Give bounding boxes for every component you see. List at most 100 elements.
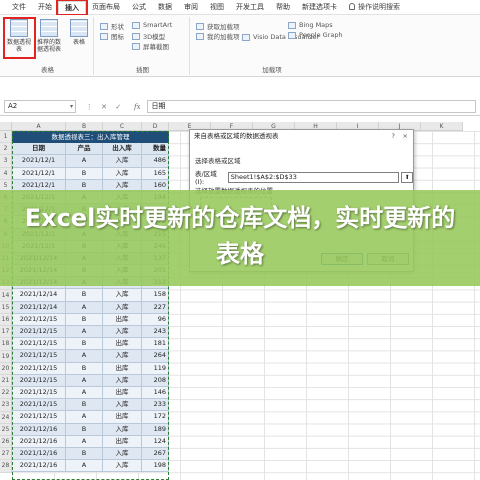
cell-quantity[interactable]: 227 — [142, 301, 169, 314]
cell-product[interactable]: A — [66, 435, 103, 448]
row-header[interactable]: 17 — [0, 326, 12, 339]
row-header[interactable]: 18 — [0, 338, 12, 351]
cell-product[interactable]: A — [66, 326, 103, 339]
cell-date[interactable]: 2021/12/14 — [12, 289, 66, 302]
cell-in-out[interactable]: 出库 — [103, 313, 142, 326]
tab-2[interactable]: 插入 — [56, 0, 88, 16]
cell-date[interactable]: 2021/12/15 — [12, 399, 66, 412]
cell-date[interactable]: 2021/12/16 — [12, 423, 66, 436]
cell-product[interactable]: B — [66, 399, 103, 412]
cell-date[interactable]: 2021/12/16 — [12, 447, 66, 461]
cell-date[interactable]: 2021/12/1 — [12, 155, 66, 168]
row-header[interactable]: 23 — [0, 399, 12, 412]
cell-in-out[interactable]: 入库 — [103, 350, 142, 363]
cell-quantity[interactable]: 158 — [142, 289, 169, 302]
cell-in-out[interactable]: 入库 — [103, 326, 142, 339]
cell-date[interactable]: 2021/12/15 — [12, 386, 66, 400]
table-button[interactable]: 表格 — [65, 19, 93, 46]
header-product[interactable]: 产品 — [66, 143, 103, 156]
cell-in-out[interactable]: 入库 — [103, 423, 142, 436]
3d-models-button[interactable]: 3D模型 — [132, 31, 165, 41]
row-header[interactable]: 15 — [0, 301, 12, 314]
header-date[interactable]: 日期 — [12, 143, 66, 156]
header-in-out[interactable]: 出入库 — [103, 143, 142, 156]
cell-quantity[interactable]: 119 — [142, 362, 169, 375]
icons-button[interactable]: 图标 — [100, 31, 124, 41]
cell-quantity[interactable]: 486 — [142, 155, 169, 168]
tab-3[interactable]: 页面布局 — [86, 1, 126, 14]
formula-input[interactable]: 日期 — [146, 100, 476, 113]
tab-7[interactable]: 视图 — [204, 1, 230, 14]
tab-6[interactable]: 审阅 — [178, 1, 204, 14]
row-header[interactable]: 16 — [0, 314, 12, 327]
cell-in-out[interactable]: 入库 — [103, 301, 142, 314]
cell-quantity[interactable]: 146 — [142, 386, 169, 400]
help-icon[interactable]: ? — [392, 130, 395, 143]
name-box[interactable]: A2 ▾ — [4, 100, 76, 113]
cell-in-out[interactable]: 入库 — [103, 155, 142, 168]
cell-in-out[interactable]: 入库 — [103, 399, 142, 412]
cell-product[interactable]: A — [66, 155, 103, 168]
cell-product[interactable]: A — [66, 460, 103, 473]
shapes-button[interactable]: 形状 — [100, 21, 124, 31]
cell-quantity[interactable]: 165 — [142, 167, 169, 180]
cell-date[interactable]: 2021/12/16 — [12, 435, 66, 448]
cell-quantity[interactable]: 243 — [142, 326, 169, 339]
row-header[interactable]: 2 — [0, 143, 12, 156]
my-addins-button[interactable]: 我的加载项 — [196, 31, 240, 41]
cell-product[interactable]: B — [66, 362, 103, 375]
cell-in-out[interactable]: 出库 — [103, 411, 142, 424]
cell-product[interactable]: A — [66, 411, 103, 424]
cell-date[interactable]: 2021/12/15 — [12, 326, 66, 339]
column-header[interactable]: K — [421, 122, 463, 131]
row-header[interactable]: 25 — [0, 423, 12, 436]
cell-date[interactable]: 2021/12/15 — [12, 338, 66, 351]
tell-me-search[interactable]: 操作说明搜索 — [349, 2, 400, 12]
row-header[interactable]: 20 — [0, 362, 12, 375]
cell-quantity[interactable]: 208 — [142, 374, 169, 387]
row-header[interactable]: 21 — [0, 375, 12, 388]
row-header[interactable]: 26 — [0, 436, 12, 449]
cell-quantity[interactable]: 264 — [142, 350, 169, 363]
cell-product[interactable]: A — [66, 386, 103, 400]
cell-product[interactable]: A — [66, 374, 103, 387]
cell-in-out[interactable]: 入库 — [103, 447, 142, 461]
tab-1[interactable]: 开始 — [32, 1, 58, 14]
tab-4[interactable]: 公式 — [126, 1, 152, 14]
tab-8[interactable]: 开发工具 — [230, 1, 270, 14]
recommended-pivot-button[interactable]: 推荐的数据透视表 — [35, 19, 63, 53]
cell-product[interactable]: B — [66, 447, 103, 461]
cell-date[interactable]: 2021/12/14 — [12, 301, 66, 314]
column-header[interactable]: C — [103, 122, 142, 131]
cell-product[interactable]: B — [66, 313, 103, 326]
cell-product[interactable]: B — [66, 338, 103, 351]
row-header[interactable]: 3 — [0, 155, 12, 168]
row-header[interactable]: 27 — [0, 448, 12, 461]
cell-date[interactable]: 2021/12/1 — [12, 167, 66, 180]
row-header[interactable]: 1 — [0, 131, 12, 144]
cell-product[interactable]: A — [66, 301, 103, 314]
range-input[interactable]: Sheet1!$A$2:$D$33 — [227, 171, 400, 183]
cell-date[interactable]: 2021/12/15 — [12, 313, 66, 326]
column-header[interactable]: B — [66, 122, 103, 131]
cell-product[interactable]: B — [66, 423, 103, 436]
row-header[interactable]: 19 — [0, 350, 12, 363]
cell-in-out[interactable]: 出库 — [103, 386, 142, 400]
cell-in-out[interactable]: 出库 — [103, 435, 142, 448]
function-icon[interactable]: fx — [134, 103, 141, 111]
range-collapse-icon[interactable]: ⬆ — [401, 171, 414, 183]
cell-in-out[interactable]: 入库 — [103, 167, 142, 180]
screenshot-button[interactable]: 屏幕截图 — [132, 41, 169, 51]
close-icon[interactable]: × — [403, 130, 408, 143]
cell-product[interactable]: B — [66, 167, 103, 180]
cell-quantity[interactable]: 172 — [142, 411, 169, 424]
cell-quantity[interactable]: 96 — [142, 313, 169, 326]
chevron-down-icon[interactable]: ▾ — [70, 101, 73, 112]
tab-10[interactable]: 新建选项卡 — [296, 1, 343, 14]
cell-in-out[interactable]: 出库 — [103, 338, 142, 351]
column-header[interactable]: D — [142, 122, 169, 131]
cell-in-out[interactable]: 出库 — [103, 362, 142, 375]
cell-date[interactable]: 2021/12/15 — [12, 362, 66, 375]
cell-product[interactable]: B — [66, 289, 103, 302]
cell-date[interactable]: 2021/12/15 — [12, 411, 66, 424]
